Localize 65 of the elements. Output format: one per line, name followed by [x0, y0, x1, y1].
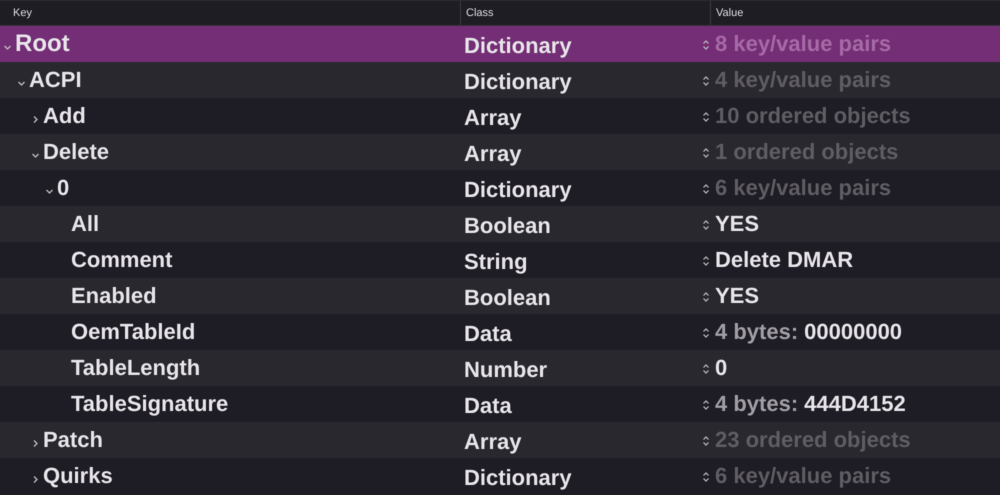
chevron-down-icon[interactable]: [17, 78, 26, 88]
class-text: Dictionary: [463, 464, 573, 491]
chevron-right-icon[interactable]: [31, 474, 40, 484]
key-text: Comment: [71, 247, 172, 273]
data-bytes-text: 444D4152: [804, 391, 906, 417]
key-text: All: [71, 211, 100, 237]
table-row[interactable]: Enabled Boolean YES: [0, 278, 1000, 314]
class-text: Boolean: [463, 212, 552, 239]
class-text: Dictionary: [463, 32, 573, 59]
stepper-icon[interactable]: [702, 39, 710, 51]
key-text: Enabled: [71, 283, 157, 309]
key-text: Delete: [43, 139, 110, 165]
chevron-down-icon[interactable]: [31, 150, 40, 160]
class-text: Number: [463, 356, 548, 383]
stepper-icon[interactable]: [702, 327, 710, 339]
stepper-icon[interactable]: [702, 219, 710, 231]
chevron-down-icon[interactable]: [3, 42, 12, 52]
stepper-icon[interactable]: [702, 111, 710, 123]
column-header[interactable]: Key: [0, 7, 32, 19]
value-text: 0: [715, 355, 728, 381]
byte-count-text: 4 bytes:: [715, 319, 798, 345]
column-header[interactable]: Class: [461, 7, 494, 19]
class-text: Boolean: [463, 284, 552, 311]
value-text: 6 key/value pairs: [715, 175, 892, 201]
class-text: Data: [463, 320, 513, 347]
value-text: YES: [715, 211, 760, 237]
chevron-right-icon[interactable]: [31, 114, 40, 124]
key-text: 0: [57, 175, 70, 201]
key-text: OemTableId: [71, 319, 196, 345]
stepper-icon[interactable]: [702, 399, 710, 411]
stepper-icon[interactable]: [702, 435, 710, 447]
stepper-icon[interactable]: [702, 147, 710, 159]
key-text: TableLength: [71, 355, 200, 381]
stepper-icon[interactable]: [702, 255, 710, 267]
value-text: 8 key/value pairs: [715, 31, 892, 57]
chevron-right-icon[interactable]: [31, 438, 40, 448]
value-text: YES: [715, 283, 760, 309]
column-header[interactable]: Value: [711, 7, 744, 19]
class-text: Dictionary: [463, 68, 573, 95]
class-text: Dictionary: [463, 176, 573, 203]
key-text: Add: [43, 103, 86, 129]
table-row[interactable]: All Boolean YES: [0, 206, 1000, 242]
key-text: Root: [15, 30, 70, 58]
key-text: TableSignature: [71, 391, 228, 417]
stepper-icon[interactable]: [702, 471, 710, 483]
key-text: Patch: [43, 427, 103, 453]
value-text: 6 key/value pairs: [715, 463, 892, 489]
class-text: Array: [463, 140, 522, 167]
stepper-icon[interactable]: [702, 363, 710, 375]
class-text: Array: [463, 428, 522, 455]
table-row[interactable]: TableLength Number 0: [0, 350, 1000, 386]
class-text: Data: [463, 392, 513, 419]
class-text: String: [463, 248, 529, 275]
stepper-icon[interactable]: [702, 75, 710, 87]
byte-count-text: 4 bytes:: [715, 391, 798, 417]
stepper-icon[interactable]: [702, 291, 710, 303]
chevron-down-icon[interactable]: [45, 186, 54, 196]
stepper-icon[interactable]: [702, 183, 710, 195]
key-text: ACPI: [29, 67, 82, 93]
data-bytes-text: 00000000: [804, 319, 902, 345]
value-text: Delete DMAR: [715, 247, 854, 273]
key-text: Quirks: [43, 463, 113, 489]
value-text: 10 ordered objects: [715, 103, 911, 129]
table-row[interactable]: Root Dictionary 8 key/value pairs: [0, 26, 1000, 62]
class-text: Array: [463, 104, 522, 131]
